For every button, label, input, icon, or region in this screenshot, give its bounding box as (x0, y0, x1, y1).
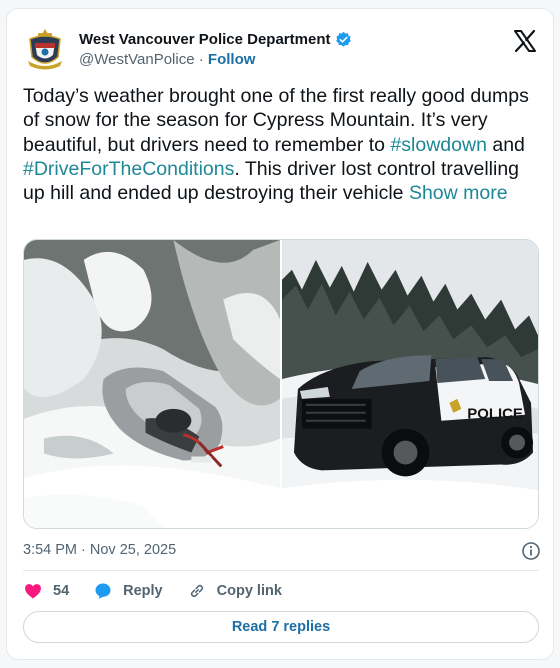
show-more-link[interactable]: Show more (409, 182, 508, 204)
timestamp[interactable]: 3:54 PM · Nov 25, 2025 (23, 542, 176, 558)
media-gallery: POLICE (23, 239, 539, 529)
link-icon (190, 584, 203, 598)
hashtag-drive-for-the-conditions[interactable]: #DriveForTheConditions (23, 158, 234, 180)
like-count: 54 (53, 583, 70, 599)
police-crest-icon (28, 29, 62, 70)
reply-bubble-icon (95, 583, 111, 599)
tweet-text-part2: and (486, 133, 525, 156)
like-button[interactable]: 54 (23, 581, 69, 601)
handle-row: @WestVanPolice · Follow (79, 51, 255, 68)
follow-link[interactable]: Follow (208, 51, 256, 68)
hashtag-slowdown[interactable]: #slowdown (390, 134, 486, 156)
action-bar: 54 Reply Copy link (23, 580, 306, 602)
divider (23, 570, 539, 571)
read-replies-button[interactable]: Read 7 replies (23, 611, 539, 643)
police-decal: POLICE (467, 407, 523, 423)
x-logo-icon[interactable] (513, 29, 537, 53)
name-row: West Vancouver Police Department (79, 31, 352, 48)
copy-link-label: Copy link (216, 583, 282, 599)
copy-link-button[interactable]: Copy link (187, 581, 282, 601)
reply-button[interactable]: Reply (93, 581, 163, 601)
display-name[interactable]: West Vancouver Police Department (79, 31, 330, 48)
read-replies-label: Read 7 replies (231, 619, 331, 635)
info-icon[interactable] (521, 541, 541, 561)
tweet-card: West Vancouver Police Department @WestVa… (6, 8, 554, 660)
tweet-text: Today’s weather brought one of the first… (23, 84, 543, 205)
reply-label: Reply (123, 583, 163, 599)
tweet-header: West Vancouver Police Department @WestVa… (25, 27, 537, 75)
separator: · (198, 51, 204, 68)
timestamp-row: 3:54 PM · Nov 25, 2025 (23, 541, 541, 561)
handle[interactable]: @WestVanPolice (79, 51, 195, 68)
photo-police-suv[interactable]: POLICE (282, 240, 538, 528)
photo-crashed-vehicle[interactable] (24, 240, 280, 528)
verified-badge-icon (336, 31, 352, 47)
heart-icon (25, 584, 41, 599)
avatar[interactable] (25, 27, 65, 71)
